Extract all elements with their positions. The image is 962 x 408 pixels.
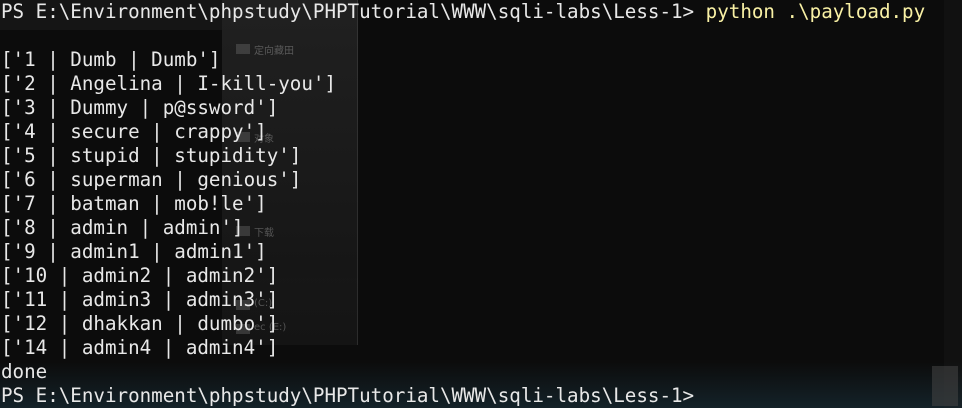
powershell-terminal[interactable]: 定向藏田 对象 下载 (C:) ec (E:) PS E:\Environmen… [0,0,962,408]
output-line: ['3 | Dummy | p@ssword'] [1,96,279,119]
output-line: ['2 | Angelina | I-kill-you'] [1,72,337,95]
output-line: ['4 | secure | crappy'] [1,120,267,143]
scrollbar-thumb[interactable] [932,366,958,406]
output-line: ['8 | admin | admin'] [1,216,244,239]
output-line: ['6 | superman | genious'] [1,168,302,191]
output-line: done [1,360,48,383]
output-line: ['1 | Dumb | Dumb'] [1,48,221,71]
prompt-path: PS E:\Environment\phpstudy\PHPTutorial\W… [1,0,695,23]
terminal-output[interactable]: PS E:\Environment\phpstudy\PHPTutorial\W… [1,0,925,408]
output-line: ['9 | admin1 | admin1'] [1,240,267,263]
command-text: python .\payload.py [694,0,926,23]
output-line: ['14 | admin4 | admin4'] [1,336,279,359]
output-line: ['5 | stupid | stupidity'] [1,144,302,167]
prompt-line: PS E:\Environment\phpstudy\PHPTutorial\W… [1,0,925,24]
final-prompt-line: PS E:\Environment\phpstudy\PHPTutorial\W… [1,384,695,407]
output-line: ['11 | admin3 | admin3'] [1,288,279,311]
vertical-scrollbar[interactable] [932,0,962,408]
output-line: ['12 | dhakkan | dumbo'] [1,312,279,335]
output-line: ['10 | admin2 | admin2'] [1,264,279,287]
output-line: ['7 | batman | mob!le'] [1,192,267,215]
output-line [1,24,925,48]
